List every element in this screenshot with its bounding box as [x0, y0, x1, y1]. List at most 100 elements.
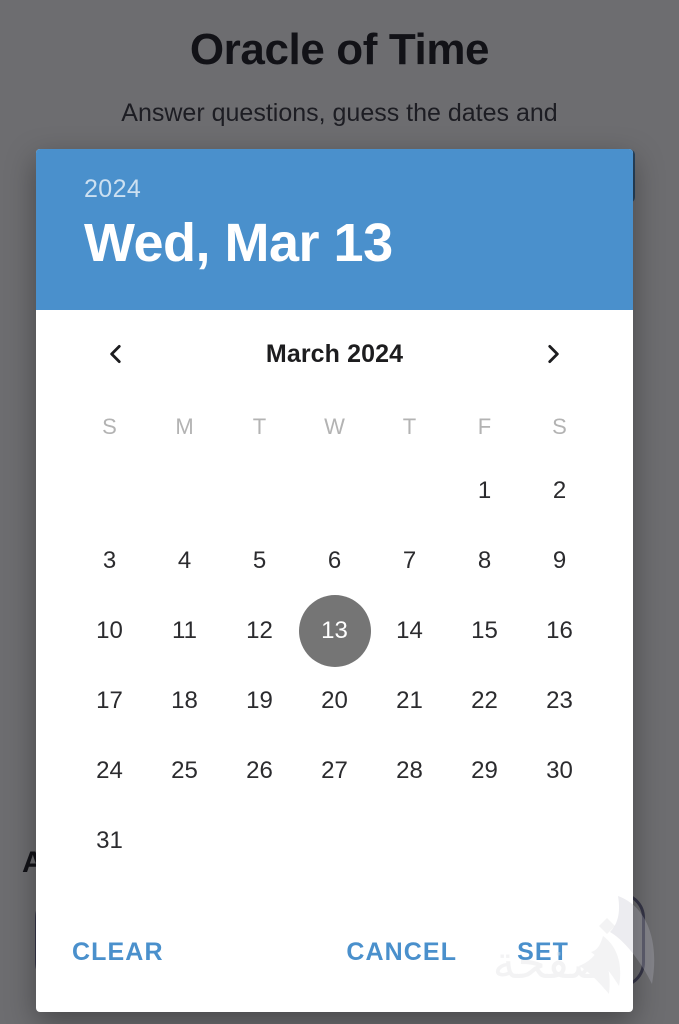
calendar-day-6[interactable]: 6 — [299, 525, 371, 597]
calendar-empty-cell — [447, 806, 522, 876]
calendar-empty-cell — [222, 806, 297, 876]
calendar-day-5[interactable]: 5 — [224, 525, 296, 597]
calendar-day-cell: 7 — [372, 526, 447, 596]
calendar-day-cell: 2 — [522, 456, 597, 526]
dialog-action-bar: CLEAR CANCEL SET صفحة — [36, 892, 633, 1012]
calendar-empty-cell — [372, 806, 447, 876]
calendar-day-15[interactable]: 15 — [449, 595, 521, 667]
calendar-day-blank — [374, 805, 446, 877]
calendar-day-27[interactable]: 27 — [299, 735, 371, 807]
clear-button[interactable]: CLEAR — [56, 926, 180, 979]
calendar-day-cell: 26 — [222, 736, 297, 806]
calendar-empty-cell — [147, 456, 222, 526]
calendar-empty-cell — [372, 456, 447, 526]
date-picker-header: 2024 Wed, Mar 13 — [36, 149, 633, 310]
calendar-day-cell: 27 — [297, 736, 372, 806]
calendar-day-7[interactable]: 7 — [374, 525, 446, 597]
calendar-empty-cell — [297, 806, 372, 876]
calendar-day-cell: 8 — [447, 526, 522, 596]
calendar-day-blank — [374, 455, 446, 527]
calendar-day-cell: 9 — [522, 526, 597, 596]
calendar-day-30[interactable]: 30 — [524, 735, 596, 807]
calendar-day-22[interactable]: 22 — [449, 665, 521, 737]
calendar-day-23[interactable]: 23 — [524, 665, 596, 737]
month-year-label: March 2024 — [265, 339, 404, 368]
calendar-day-blank — [224, 455, 296, 527]
calendar-day-cell: 4 — [147, 526, 222, 596]
calendar-day-cell: 13 — [297, 595, 372, 667]
calendar-day-blank — [524, 805, 596, 877]
calendar-empty-cell — [222, 456, 297, 526]
calendar-day-blank — [149, 805, 221, 877]
calendar-day-cell: 28 — [372, 736, 447, 806]
calendar-day-17[interactable]: 17 — [74, 665, 146, 737]
calendar-day-10[interactable]: 10 — [74, 595, 146, 667]
calendar-day-cell: 20 — [297, 666, 372, 736]
calendar-day-16[interactable]: 16 — [524, 595, 596, 667]
selected-date-label[interactable]: Wed, Mar 13 — [84, 215, 633, 272]
calendar-day-cell: 31 — [72, 806, 147, 876]
calendar-day-21[interactable]: 21 — [374, 665, 446, 737]
calendar-day-cell: 14 — [372, 596, 447, 666]
calendar-day-28[interactable]: 28 — [374, 735, 446, 807]
calendar-day-cell: 10 — [72, 596, 147, 666]
calendar-empty-cell — [147, 806, 222, 876]
weekday-label: S — [552, 414, 567, 439]
calendar-day-selected[interactable]: 13 — [298, 595, 371, 667]
weekday-label: T — [252, 414, 267, 439]
calendar-day-cell: 24 — [72, 736, 147, 806]
calendar-day-4[interactable]: 4 — [149, 525, 221, 597]
calendar-day-blank — [224, 805, 296, 877]
weekday-label: M — [175, 414, 194, 439]
weekday-header-row: SMTWTFS — [72, 398, 597, 456]
weekday-label: S — [102, 414, 117, 439]
calendar-day-cell: 15 — [447, 596, 522, 666]
calendar-day-8[interactable]: 8 — [449, 525, 521, 597]
calendar-day-18[interactable]: 18 — [149, 665, 221, 737]
calendar-day-19[interactable]: 19 — [224, 665, 296, 737]
date-picker-dialog: 2024 Wed, Mar 13 March 2024 SMTWTFS 1234… — [36, 149, 633, 1012]
calendar-day-cell: 25 — [147, 736, 222, 806]
calendar-day-20[interactable]: 20 — [299, 665, 371, 737]
calendar-empty-cell — [72, 456, 147, 526]
month-navigation: March 2024 — [72, 310, 597, 398]
calendar-day-3[interactable]: 3 — [74, 525, 146, 597]
calendar-day-2[interactable]: 2 — [524, 455, 596, 527]
calendar-empty-cell — [297, 456, 372, 526]
calendar-day-11[interactable]: 11 — [149, 595, 221, 667]
calendar-day-cell: 5 — [222, 526, 297, 596]
calendar-day-cell: 3 — [72, 526, 147, 596]
calendar-day-26[interactable]: 26 — [224, 735, 296, 807]
calendar-day-blank — [299, 805, 371, 877]
calendar-day-cell: 12 — [222, 596, 297, 666]
weekday-label: W — [324, 414, 345, 439]
calendar-day-cell: 18 — [147, 666, 222, 736]
calendar-day-cell: 16 — [522, 596, 597, 666]
calendar-day-cell: 30 — [522, 736, 597, 806]
calendar-day-cell: 6 — [297, 526, 372, 596]
chevron-right-icon[interactable] — [531, 332, 575, 376]
calendar-day-cell: 21 — [372, 666, 447, 736]
calendar-day-cell: 23 — [522, 666, 597, 736]
calendar-day-blank — [299, 455, 371, 527]
calendar-day-9[interactable]: 9 — [524, 525, 596, 597]
calendar-day-cell: 17 — [72, 666, 147, 736]
calendar-day-cell: 22 — [447, 666, 522, 736]
date-picker-body: March 2024 SMTWTFS 1 2 3 4 5 6 7 8 9 10 11 12 13 14 15… — [36, 310, 633, 892]
calendar-day-24[interactable]: 24 — [74, 735, 146, 807]
calendar-day-29[interactable]: 29 — [449, 735, 521, 807]
set-button[interactable]: SET — [501, 926, 585, 979]
calendar-day-grid: 1 2 3 4 5 6 7 8 9 10 11 12 13 14 15 16 17 18 19 20 21 22 23 24 2… — [72, 456, 597, 876]
calendar-day-cell: 29 — [447, 736, 522, 806]
calendar-day-12[interactable]: 12 — [224, 595, 296, 667]
cancel-button[interactable]: CANCEL — [330, 926, 473, 979]
calendar-day-31[interactable]: 31 — [74, 805, 146, 877]
calendar-day-cell: 1 — [447, 456, 522, 526]
chevron-left-icon[interactable] — [94, 332, 138, 376]
calendar-day-14[interactable]: 14 — [374, 595, 446, 667]
calendar-day-25[interactable]: 25 — [149, 735, 221, 807]
calendar-day-blank — [74, 455, 146, 527]
selected-year[interactable]: 2024 — [84, 177, 633, 202]
calendar-day-cell: 11 — [147, 596, 222, 666]
calendar-day-1[interactable]: 1 — [449, 455, 521, 527]
